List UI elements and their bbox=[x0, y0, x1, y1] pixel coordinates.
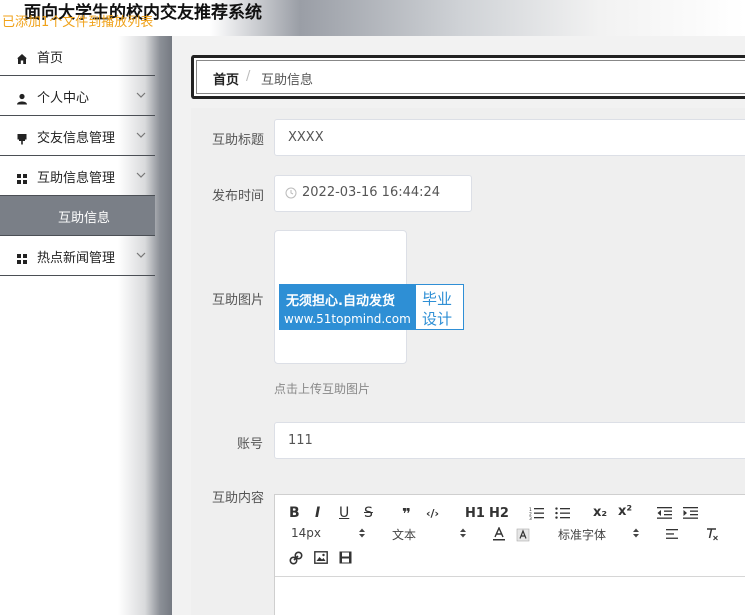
content-label: 互助内容 bbox=[212, 491, 265, 506]
sidebar-item-friend-info[interactable]: 交友信息管理 bbox=[0, 116, 155, 156]
account-input[interactable] bbox=[274, 422, 745, 459]
link-icon[interactable] bbox=[289, 551, 303, 565]
video-icon[interactable] bbox=[339, 551, 352, 564]
grid-icon bbox=[16, 250, 28, 264]
publish-time-value: 2022-03-16 16:44:24 bbox=[302, 185, 441, 200]
watermark-text-2: 毕业 bbox=[422, 290, 453, 308]
breadcrumb-home-link[interactable]: 首页 bbox=[213, 69, 239, 88]
clear-format-icon[interactable] bbox=[705, 527, 719, 541]
sidebar: 首页 个人中心 交友信息管理 互助信息管理 互助信息 热点新闻管理 bbox=[0, 36, 172, 615]
sidebar-item-label: 互助信息管理 bbox=[37, 171, 116, 186]
account-label: 账号 bbox=[237, 437, 264, 452]
image-icon[interactable] bbox=[314, 551, 328, 564]
sidebar-item-label: 个人中心 bbox=[37, 91, 90, 106]
editor-toolbar: B I U S ❞ ‹/› H1 H2 123 x₂ x² 14px 文本 标准… bbox=[275, 495, 745, 577]
playlist-notice: 已添加1个文件到播放列表 bbox=[2, 15, 154, 30]
sidebar-item-label: 互助信息 bbox=[58, 211, 111, 226]
breadcrumb-separator: / bbox=[246, 69, 251, 84]
indent-icon[interactable] bbox=[683, 506, 698, 520]
home-icon bbox=[16, 50, 28, 64]
select-arrows-icon bbox=[633, 528, 639, 538]
select-arrows-icon bbox=[460, 528, 466, 538]
watermark-text-3: 设计 bbox=[422, 310, 453, 328]
select-arrows-icon bbox=[359, 528, 365, 538]
sidebar-item-personal-center[interactable]: 个人中心 bbox=[0, 76, 155, 116]
watermark-text-1: 无须担心.自动发货 bbox=[286, 294, 395, 309]
ordered-list-icon[interactable]: 123 bbox=[529, 506, 544, 520]
sidebar-item-label: 首页 bbox=[37, 51, 64, 66]
rich-text-editor: B I U S ❞ ‹/› H1 H2 123 x₂ x² 14px 文本 标准… bbox=[274, 494, 745, 615]
blockquote-button[interactable]: ❞ bbox=[402, 505, 411, 523]
text-color-icon[interactable] bbox=[492, 527, 506, 541]
grid-icon bbox=[16, 170, 28, 184]
background-color-icon[interactable] bbox=[516, 528, 530, 542]
code-block-button[interactable]: ‹/› bbox=[426, 507, 439, 520]
title-input[interactable] bbox=[274, 119, 745, 156]
sidebar-subitem-mutual-aid-info[interactable]: 互助信息 bbox=[0, 196, 155, 236]
sidebar-item-label: 交友信息管理 bbox=[37, 131, 116, 146]
watermark-left-panel: 无须担心.自动发货 www.51topmind.com bbox=[280, 285, 416, 329]
user-icon bbox=[16, 90, 28, 105]
watermark-url: www.51topmind.com bbox=[284, 312, 411, 326]
title-label: 互助标题 bbox=[212, 133, 265, 148]
text-type-select[interactable]: 文本 bbox=[392, 526, 416, 543]
heading-1-button[interactable]: H1 bbox=[465, 506, 485, 521]
breadcrumb-current: 互助信息 bbox=[261, 73, 314, 88]
watermark-banner: 无须担心.自动发货 www.51topmind.com 毕业 设计 bbox=[279, 284, 464, 330]
heading-2-button[interactable]: H2 bbox=[489, 506, 509, 521]
strikethrough-button[interactable]: S bbox=[364, 505, 373, 521]
breadcrumb: 首页 / 互助信息 bbox=[191, 55, 745, 99]
svg-text:3: 3 bbox=[529, 516, 532, 520]
clock-icon bbox=[285, 187, 297, 203]
align-icon[interactable] bbox=[666, 528, 680, 540]
bold-button[interactable]: B bbox=[289, 505, 300, 521]
outdent-icon[interactable] bbox=[657, 506, 672, 520]
chevron-down-icon bbox=[134, 247, 148, 261]
publish-time-picker[interactable]: 2022-03-16 16:44:24 bbox=[274, 175, 472, 212]
sidebar-item-home[interactable]: 首页 bbox=[0, 36, 155, 76]
subscript-button[interactable]: x₂ bbox=[593, 505, 607, 520]
chevron-down-icon bbox=[134, 127, 148, 141]
italic-button[interactable]: I bbox=[315, 505, 320, 521]
sidebar-item-hot-news[interactable]: 热点新闻管理 bbox=[0, 236, 155, 276]
editor-content-area[interactable] bbox=[275, 577, 745, 615]
bullet-list-icon[interactable] bbox=[555, 506, 570, 520]
upload-tip: 点击上传互助图片 bbox=[274, 382, 371, 396]
chevron-down-icon bbox=[134, 87, 148, 101]
chevron-down-icon bbox=[134, 167, 148, 181]
font-family-select[interactable]: 标准字体 bbox=[558, 526, 606, 543]
app-header: 面向大学生的校内交友推荐系统 已添加1个文件到播放列表 bbox=[0, 0, 745, 36]
font-size-select[interactable]: 14px bbox=[291, 526, 321, 540]
sidebar-item-label: 热点新闻管理 bbox=[37, 251, 116, 266]
publish-time-label: 发布时间 bbox=[212, 189, 265, 204]
superscript-button[interactable]: x² bbox=[618, 504, 632, 519]
sidebar-item-mutual-aid-management[interactable]: 互助信息管理 bbox=[0, 156, 155, 196]
image-label: 互助图片 bbox=[212, 293, 265, 308]
underline-button[interactable]: U bbox=[339, 505, 349, 521]
pin-icon bbox=[16, 130, 28, 145]
